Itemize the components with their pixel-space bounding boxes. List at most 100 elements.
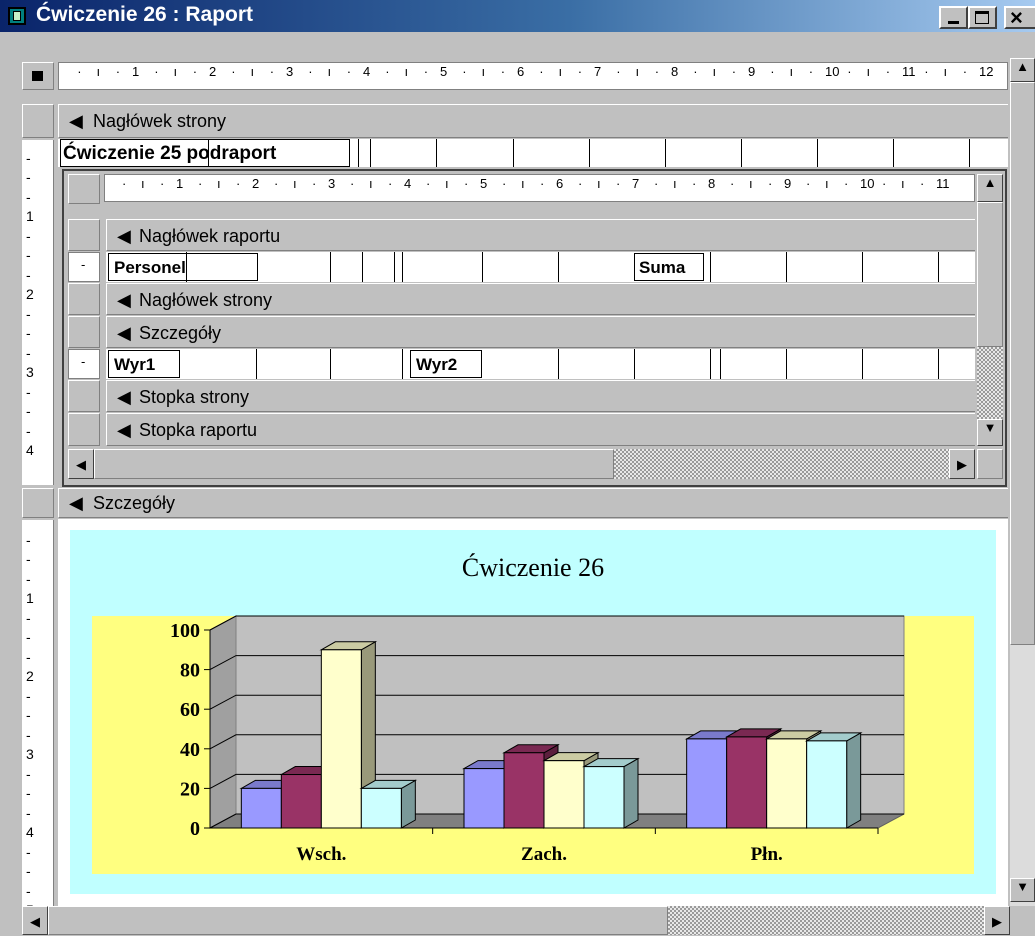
- ruler-tick: ı: [404, 64, 409, 79]
- sub-scroll-thumb[interactable]: [977, 202, 1003, 347]
- vruler-tick: -: [26, 227, 31, 244]
- page-header-label: Nagłówek strony: [93, 111, 227, 131]
- scroll-down-button[interactable]: ▼: [1010, 878, 1035, 902]
- report-selector[interactable]: [22, 62, 54, 90]
- close-icon: ×: [1010, 5, 1023, 30]
- ruler-tick: ı: [789, 64, 794, 79]
- suma-label-box[interactable]: Suma: [634, 253, 704, 281]
- ruler-number: 9: [784, 176, 792, 191]
- sub-report-footer-label: Stopka raportu: [139, 420, 258, 440]
- sub-page-header-selector[interactable]: [68, 283, 100, 315]
- ruler-tick: ·: [577, 64, 583, 79]
- ruler-tick: ·: [539, 64, 544, 79]
- hscroll-track[interactable]: [668, 906, 984, 935]
- grid-line: [741, 139, 742, 167]
- hscroll-thumb[interactable]: [48, 906, 668, 935]
- wyr2-field[interactable]: Wyr2: [410, 350, 482, 378]
- minimize-button[interactable]: [939, 6, 968, 29]
- ruler-tick: ı: [327, 64, 332, 79]
- ruler-tick: ·: [231, 64, 236, 79]
- arrow-right-icon: ▶: [992, 914, 1002, 929]
- sub-scroll-right-button[interactable]: ▶: [949, 449, 975, 479]
- subreport-selector[interactable]: [68, 174, 100, 204]
- sub-page-footer-bar[interactable]: ◀ Stopka strony: [106, 380, 975, 412]
- horizontal-ruler: · ı · 1 · ı · 2 · ı · 3 · ı · 4 · ı · 5 · ı · 6 · ı · 7 · ı · 8 · ı · 9 · ı · 1…: [58, 62, 1008, 90]
- sub-scroll-up-button[interactable]: ▲: [977, 174, 1003, 202]
- sub-hscroll-thumb[interactable]: [94, 449, 614, 479]
- ruler-number: 6: [517, 64, 525, 79]
- ruler-number: 8: [671, 64, 679, 79]
- sub-page-header-label: Nagłówek strony: [139, 290, 273, 310]
- bar: [726, 736, 768, 829]
- grid-line: [330, 252, 331, 282]
- grid-line: [362, 252, 363, 282]
- subreport-horizontal-scrollbar[interactable]: ◀ ▶: [68, 449, 975, 479]
- scroll-thumb[interactable]: [1010, 82, 1035, 645]
- ruler-tick: ·: [274, 176, 279, 191]
- sub-detail-bar[interactable]: ◀ Szczegóły: [106, 316, 975, 348]
- ruler-tick: ·: [350, 176, 355, 191]
- window-title: Ćwiczenie 26 : Raport: [36, 3, 254, 26]
- vruler-tick: -: [26, 570, 31, 587]
- detail-section-bar[interactable]: ◀ Szczegóły: [58, 488, 1008, 518]
- sub-report-header-selector[interactable]: [68, 219, 100, 251]
- sub-scroll-left-button[interactable]: ◀: [68, 449, 94, 479]
- ruler-tick: ı: [293, 176, 297, 191]
- wyr1-field[interactable]: Wyr1: [108, 350, 180, 378]
- sub-scroll-down-button[interactable]: ▼: [977, 419, 1003, 446]
- ruler-tick: ·: [462, 64, 467, 79]
- report-icon[interactable]: [8, 7, 26, 25]
- ruler-tick: ·: [540, 176, 545, 191]
- page-header-textbox[interactable]: Ćwiczenie 25 podraport: [60, 139, 350, 167]
- page-header-band: Ćwiczenie 25 podraport: [58, 139, 1008, 167]
- ruler-tick: ·: [808, 64, 814, 79]
- sub-hscroll-track[interactable]: [614, 449, 949, 479]
- ruler-tick: ı: [673, 176, 677, 191]
- wyr1-label: Wyr1: [114, 355, 156, 374]
- vruler-tick: -: [26, 804, 31, 821]
- ruler-number: 3: [328, 176, 336, 191]
- y-tick-label: 20: [180, 778, 200, 800]
- detail-selector[interactable]: [22, 488, 54, 518]
- personel-label-box[interactable]: Personel: [108, 253, 258, 281]
- ruler-number: 3: [286, 64, 294, 79]
- grid-line: [513, 139, 514, 167]
- close-button[interactable]: ×: [1004, 5, 1035, 30]
- sub-report-header-bar[interactable]: ◀ Nagłówek raportu: [106, 219, 975, 251]
- vruler-tick: -: [26, 188, 31, 205]
- sub-detail-selector[interactable]: [68, 316, 100, 348]
- vertical-scrollbar[interactable]: ▲ ▼: [1010, 58, 1035, 906]
- page-header-selector[interactable]: [22, 104, 54, 138]
- vruler-tick: -: [26, 169, 31, 185]
- sub-report-footer-bar[interactable]: ◀ Stopka raportu: [106, 413, 975, 446]
- vruler-tick: -: [26, 785, 31, 801]
- horizontal-scrollbar[interactable]: ◀ ▶: [22, 906, 1010, 935]
- grid-line: [720, 349, 721, 379]
- grid-line: [186, 252, 187, 282]
- sub-scroll-track[interactable]: [977, 347, 1003, 419]
- sub-page-footer-selector[interactable]: [68, 380, 100, 412]
- ruler-number: 12: [979, 64, 994, 79]
- sub-page-header-bar[interactable]: ◀ Nagłówek strony: [106, 283, 975, 315]
- ruler-number: 2: [252, 176, 260, 191]
- ruler-number: 7: [594, 64, 602, 79]
- arrow-up-icon: ▲: [1016, 59, 1029, 74]
- subreport-control[interactable]: · ı · 1 · ı · 2 · ı · 3 · ı · 4 · ı · 5 · ı · 6 · ı · 7 · ı · 8 · ı · 9 · ı · 1…: [62, 169, 1007, 487]
- grid-line: [402, 349, 403, 379]
- ruler-tick: ı: [866, 64, 871, 79]
- ruler-tick: ·: [578, 176, 583, 191]
- scroll-right-button[interactable]: ▶: [984, 906, 1010, 935]
- subreport-vertical-scrollbar[interactable]: ▲ ▼: [977, 174, 1003, 446]
- ruler-tick: ·: [962, 64, 968, 79]
- scroll-left-button[interactable]: ◀: [22, 906, 48, 935]
- chart-object[interactable]: Ćwiczenie 26 0 20 40 60 80 100 Wsch. Zach. Płn.: [70, 530, 996, 894]
- page-header-section-bar[interactable]: ◀ Nagłówek strony: [58, 104, 1008, 138]
- sub-report-footer-selector[interactable]: [68, 413, 100, 446]
- ruler-number: 6: [556, 176, 564, 191]
- maximize-button[interactable]: [968, 6, 997, 29]
- bar: [583, 766, 625, 829]
- ruler-tick: ·: [464, 176, 469, 191]
- ruler-tick: ·: [768, 176, 773, 191]
- grid-line: [208, 139, 209, 167]
- scroll-up-button[interactable]: ▲: [1010, 58, 1035, 82]
